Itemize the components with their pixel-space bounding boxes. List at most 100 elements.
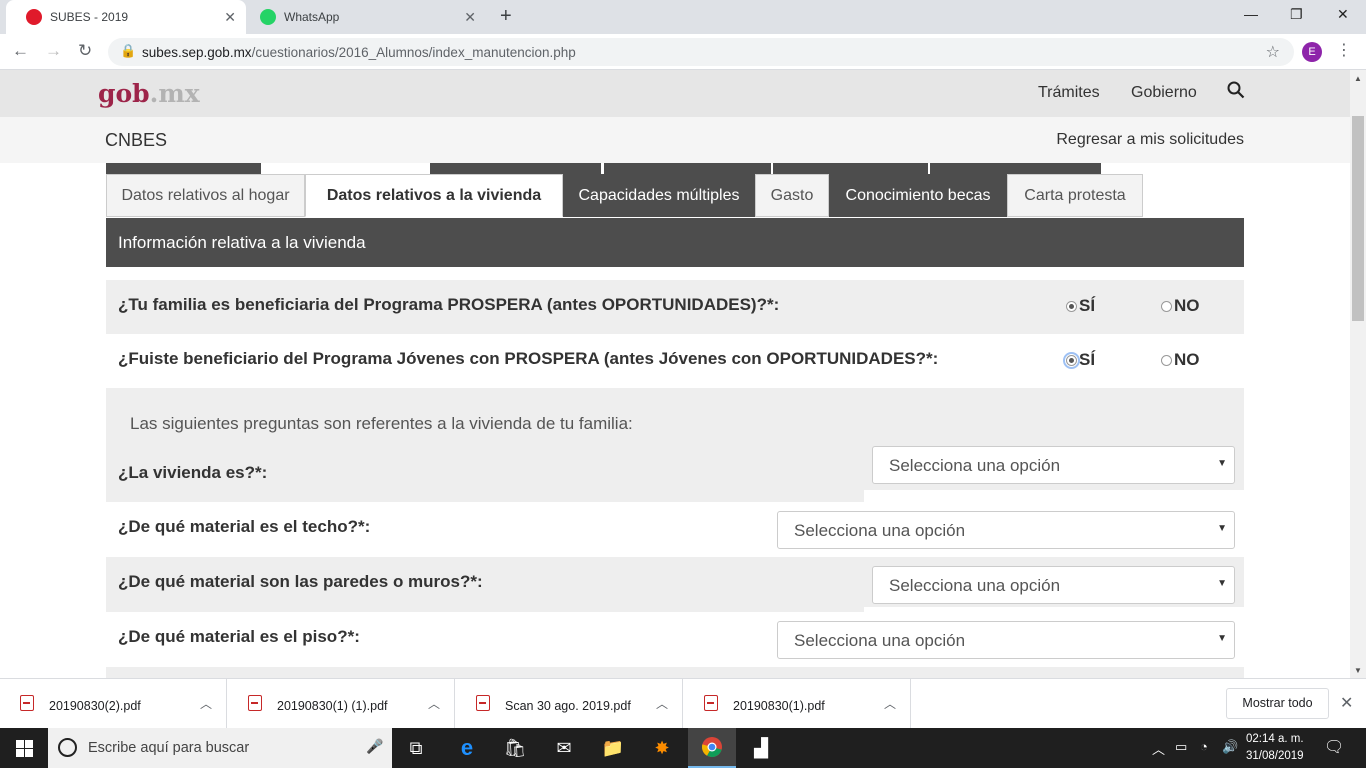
cnbes-subheader: CNBES Regresar a mis solicitudes xyxy=(0,117,1350,163)
section-header: Información relativa a la vivienda xyxy=(106,218,1244,267)
close-shelf-icon[interactable]: ✕ xyxy=(1340,693,1353,713)
radio-dot[interactable] xyxy=(1066,300,1077,312)
file-explorer-icon[interactable]: 📁 xyxy=(589,728,637,768)
download-item[interactable]: 20190830(2).pdf ︿ xyxy=(0,679,227,729)
wifi-icon[interactable]: ◔ xyxy=(1200,739,1208,754)
chevron-up-icon[interactable]: ︿ xyxy=(884,695,896,712)
download-filename: 20190830(2).pdf xyxy=(49,699,141,713)
microphone-icon[interactable]: 🎤 xyxy=(366,738,383,755)
profile-avatar[interactable]: E xyxy=(1302,42,1322,62)
maximize-icon[interactable]: ❐ xyxy=(1290,6,1303,23)
dropdown-caret-icon: ▼ xyxy=(1217,578,1227,589)
tab-capacidades-multiples[interactable]: Capacidades múltiples xyxy=(563,174,755,217)
close-tab-icon[interactable]: ✕ xyxy=(224,9,236,26)
subes-favicon-icon xyxy=(26,9,42,25)
intro-text: Las siguientes preguntas son referentes … xyxy=(130,414,633,433)
tab-datos-vivienda[interactable]: Datos relativos a la vivienda xyxy=(305,174,563,217)
scrolled-bar-remnant xyxy=(106,163,261,174)
radio-no[interactable]: NO xyxy=(1161,296,1200,316)
scrolled-bar-remnant xyxy=(930,163,1101,174)
download-item[interactable]: Scan 30 ago. 2019.pdf ︿ xyxy=(456,679,683,729)
bookmark-star-icon[interactable]: ☆ xyxy=(1266,42,1280,62)
battery-icon[interactable]: ▭ xyxy=(1175,739,1187,755)
page-viewport: gob.mx Trámites Gobierno CNBES Regresar … xyxy=(0,70,1350,678)
pdf-file-icon xyxy=(704,695,718,711)
radio-dot[interactable] xyxy=(1161,300,1172,312)
windows-start-icon[interactable] xyxy=(16,740,33,757)
page-scrollbar[interactable]: ▲ ▼ xyxy=(1350,70,1366,678)
scroll-up-icon[interactable]: ▲ xyxy=(1354,74,1362,83)
search-icon[interactable] xyxy=(1227,81,1245,104)
show-hidden-icons-chevron-icon[interactable]: ︿ xyxy=(1152,739,1165,758)
paredes-select[interactable]: Selecciona una opción ▼ xyxy=(872,566,1235,604)
question-label: ¿De qué material es el techo?*: xyxy=(118,517,371,536)
scrolled-bar-remnant xyxy=(430,163,601,174)
nav-gobierno-link[interactable]: Gobierno xyxy=(1131,84,1197,102)
tab-datos-hogar[interactable]: Datos relativos al hogar xyxy=(106,174,305,217)
tab-subes[interactable]: SUBES - 2019 ✕ xyxy=(6,0,246,34)
download-filename: Scan 30 ago. 2019.pdf xyxy=(505,699,631,713)
scrollbar-thumb[interactable] xyxy=(1352,116,1364,321)
forward-arrow-icon[interactable]: → xyxy=(45,41,62,61)
pdf-file-icon xyxy=(248,695,262,711)
tab-title: WhatsApp xyxy=(284,10,340,24)
vivienda-select[interactable]: Selecciona una opción ▼ xyxy=(872,446,1235,484)
chrome-icon[interactable] xyxy=(688,728,736,768)
back-arrow-icon[interactable]: ← xyxy=(12,41,29,61)
clock-time: 02:14 a. m. xyxy=(1246,733,1304,745)
notifications-icon[interactable]: 🗨 xyxy=(1324,737,1344,757)
show-all-downloads-button[interactable]: Mostrar todo xyxy=(1226,688,1329,719)
question-label: ¿De qué material es el piso?*: xyxy=(118,627,360,646)
gob-header: gob.mx Trámites Gobierno xyxy=(0,70,1350,117)
chevron-up-icon[interactable]: ︿ xyxy=(200,695,212,712)
download-filename: 20190830(1) (1).pdf xyxy=(277,699,388,713)
close-window-icon[interactable]: ✕ xyxy=(1337,6,1349,23)
radio-dot[interactable] xyxy=(1063,351,1080,369)
minimize-icon[interactable]: — xyxy=(1244,6,1258,22)
question-label: ¿Fuiste beneficiario del Programa Jóvene… xyxy=(118,349,939,368)
browser-menu-icon[interactable]: ⋮ xyxy=(1336,40,1352,60)
new-tab-button[interactable]: + xyxy=(500,5,512,28)
pdf-file-icon xyxy=(20,695,34,711)
xampp-icon[interactable]: ✸ xyxy=(638,728,686,768)
question-row: ¿Tu familia es beneficiaria del Programa… xyxy=(106,280,1244,334)
volume-icon[interactable]: 🔊 xyxy=(1222,739,1238,755)
radio-yes[interactable]: SÍ xyxy=(1066,296,1095,316)
tab-carta-protesta[interactable]: Carta protesta xyxy=(1007,174,1143,217)
question-row: ¿Fuiste beneficiario del Programa Jóvene… xyxy=(106,334,1244,388)
radio-yes[interactable]: SÍ xyxy=(1063,350,1095,370)
tab-gasto[interactable]: Gasto xyxy=(755,174,829,217)
url-text[interactable]: subes.sep.gob.mx/cuestionarios/2016_Alum… xyxy=(142,45,576,60)
clock-date: 31/08/2019 xyxy=(1246,750,1304,762)
nav-tramites-link[interactable]: Trámites xyxy=(1038,84,1100,102)
address-bar[interactable]: 🔒 subes.sep.gob.mx/cuestionarios/2016_Al… xyxy=(108,38,1294,66)
sticky-notes-icon[interactable]: ▟ xyxy=(737,728,785,768)
lock-icon: 🔒 xyxy=(120,43,137,58)
mail-icon[interactable]: ✉ xyxy=(540,728,588,768)
question-row xyxy=(106,667,1244,678)
task-view-icon[interactable]: ⧉ xyxy=(392,728,440,768)
chevron-up-icon[interactable]: ︿ xyxy=(428,695,440,712)
download-item[interactable]: 20190830(1) (1).pdf ︿ xyxy=(228,679,455,729)
radio-no[interactable]: NO xyxy=(1161,350,1200,370)
taskbar-clock[interactable]: 02:14 a. m. 31/08/2019 xyxy=(1246,731,1304,765)
techo-select[interactable]: Selecciona una opción ▼ xyxy=(777,511,1235,549)
scroll-down-icon[interactable]: ▼ xyxy=(1354,666,1362,675)
section-name: CNBES xyxy=(105,130,168,150)
close-tab-icon[interactable]: ✕ xyxy=(464,9,476,26)
radio-dot[interactable] xyxy=(1161,354,1172,366)
chevron-up-icon[interactable]: ︿ xyxy=(656,695,668,712)
browser-toolbar: ← → ↻ 🔒 subes.sep.gob.mx/cuestionarios/2… xyxy=(0,34,1366,70)
back-to-requests-link[interactable]: Regresar a mis solicitudes xyxy=(1056,131,1244,149)
download-item[interactable]: 20190830(1).pdf ︿ xyxy=(684,679,911,729)
scrolled-bar-remnant xyxy=(773,163,928,174)
piso-select[interactable]: Selecciona una opción ▼ xyxy=(777,621,1235,659)
taskbar-search-input[interactable]: Escribe aquí para buscar 🎤 xyxy=(48,728,392,768)
edge-icon[interactable]: e xyxy=(443,728,491,768)
tab-whatsapp[interactable]: WhatsApp ✕ xyxy=(250,0,486,34)
gob-mx-logo[interactable]: gob.mx xyxy=(98,79,200,108)
reload-icon[interactable]: ↻ xyxy=(78,41,92,61)
download-filename: 20190830(1).pdf xyxy=(733,699,825,713)
tab-conocimiento-becas[interactable]: Conocimiento becas xyxy=(829,174,1007,217)
store-icon[interactable]: 🛍 xyxy=(491,728,539,768)
